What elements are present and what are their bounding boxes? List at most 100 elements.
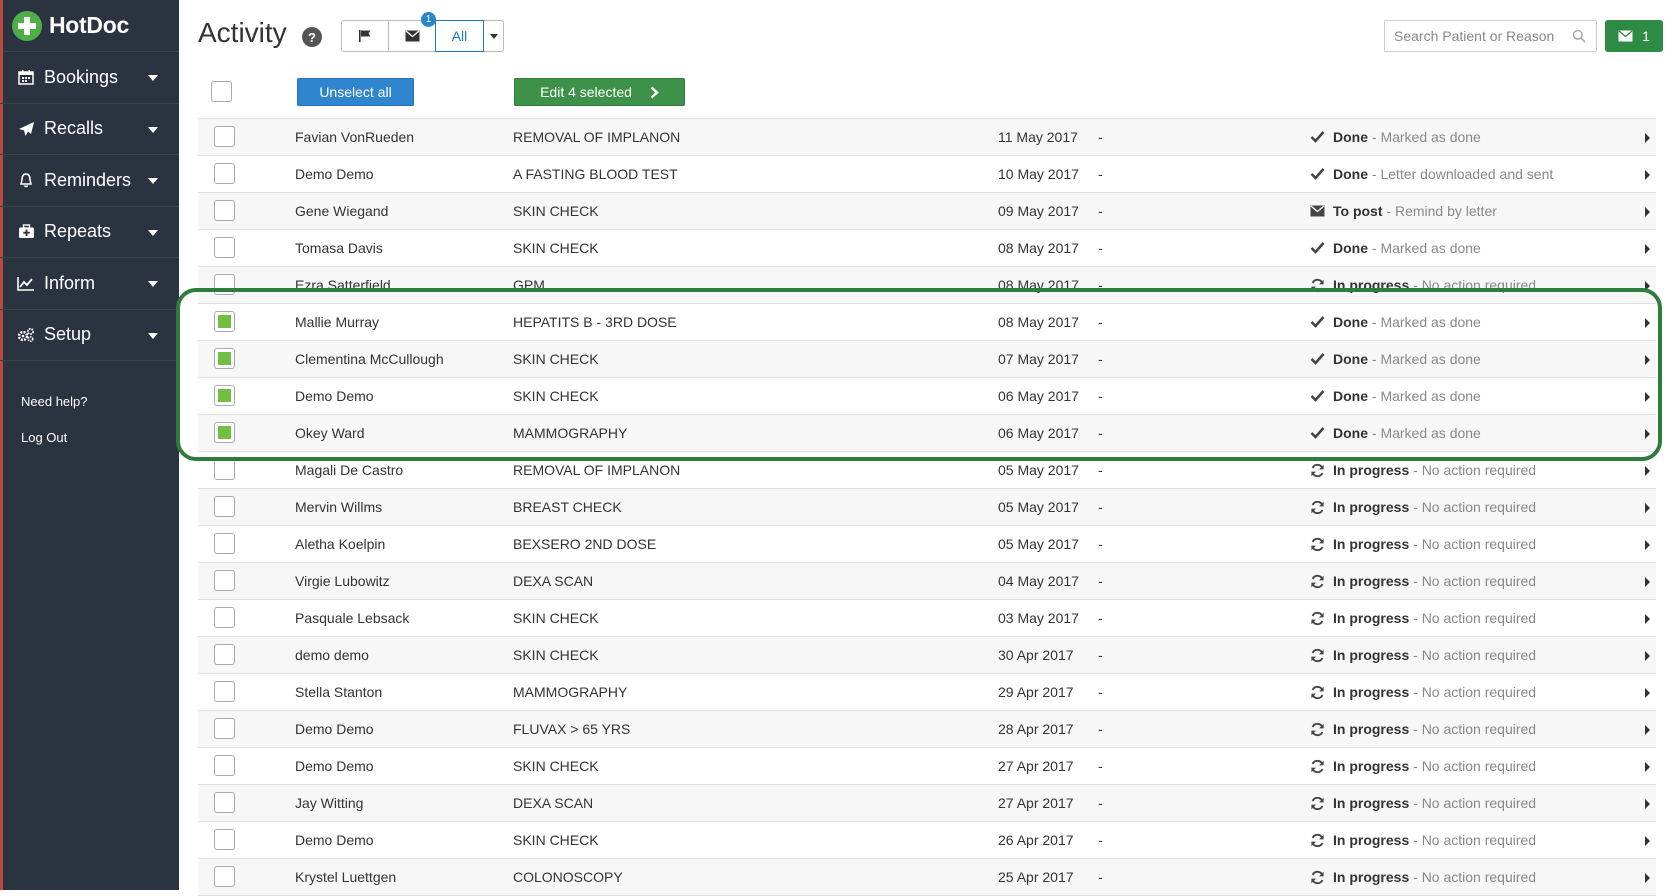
row-dash: - (1098, 721, 1103, 737)
caret-right-icon[interactable] (1645, 762, 1650, 772)
search-input[interactable] (1384, 20, 1597, 52)
caret-right-icon[interactable] (1645, 799, 1650, 809)
row-checkbox[interactable] (214, 644, 235, 665)
sidebar-link-log-out[interactable]: Log Out (0, 419, 179, 455)
table-row[interactable]: Krystel Luettgen COLONOSCOPY 25 Apr 2017 - I… (198, 859, 1656, 896)
table-row[interactable]: Aletha Koelpin BEXSERO 2ND DOSE 05 May 201… (198, 526, 1656, 563)
caret-right-icon[interactable] (1645, 466, 1650, 476)
chevron-right-icon (650, 86, 659, 98)
caret-right-icon[interactable] (1645, 281, 1650, 291)
row-checkbox[interactable] (214, 385, 235, 406)
table-row[interactable]: Mervin Willms BREAST CHECK 05 May 2017 - In … (198, 489, 1656, 526)
row-checkbox[interactable] (214, 200, 235, 221)
sidebar-item-setup[interactable]: Setup (0, 310, 179, 361)
caret-right-icon[interactable] (1645, 207, 1650, 217)
help-icon[interactable]: ? (302, 27, 322, 47)
recall-reason: COLONOSCOPY (513, 869, 623, 885)
table-row[interactable]: Jay Witting DEXA SCAN 27 Apr 2017 - In progr… (198, 785, 1656, 822)
caret-right-icon[interactable] (1645, 133, 1650, 143)
row-checkbox[interactable] (214, 866, 235, 887)
table-row[interactable]: Tomasa Davis SKIN CHECK 08 May 2017 - Done -… (198, 230, 1656, 267)
caret-right-icon[interactable] (1645, 429, 1650, 439)
table-row[interactable]: Demo Demo FLUVAX > 65 YRS 28 Apr 2017 - In p… (198, 711, 1656, 748)
table-row[interactable]: Favian VonRueden REMOVAL OF IMPLANON 11 Ma… (198, 119, 1656, 156)
row-checkbox[interactable] (214, 459, 235, 480)
row-checkbox[interactable] (214, 422, 235, 443)
row-checkbox[interactable] (214, 274, 235, 295)
table-row[interactable]: demo demo SKIN CHECK 30 Apr 2017 - In progre… (198, 637, 1656, 674)
sidebar-item-recalls[interactable]: Recalls (0, 104, 179, 155)
table-row[interactable]: Gene Wiegand SKIN CHECK 09 May 2017 - To pos… (198, 193, 1656, 230)
table-row[interactable]: Mallie Murray HEPATITS B - 3RD DOSE 08 May… (198, 304, 1656, 341)
row-checkbox[interactable] (214, 792, 235, 813)
unselect-all-button[interactable]: Unselect all (297, 78, 414, 106)
select-all-checkbox[interactable] (211, 81, 232, 102)
caret-right-icon[interactable] (1645, 577, 1650, 587)
caret-right-icon[interactable] (1645, 355, 1650, 365)
logo[interactable]: HotDoc (0, 0, 179, 52)
caret-right-icon[interactable] (1645, 651, 1650, 661)
row-dash: - (1098, 499, 1103, 515)
edit-selected-button[interactable]: Edit 4 selected (514, 78, 685, 106)
table-row[interactable]: Ezra Satterfield GPM 08 May 2017 - In progre… (198, 267, 1656, 304)
row-status: In progress - No action required (1333, 277, 1536, 293)
sidebar-item-reminders[interactable]: Reminders (0, 155, 179, 207)
caret-right-icon[interactable] (1645, 725, 1650, 735)
row-checkbox[interactable] (214, 755, 235, 776)
filter-all-button[interactable]: All (435, 20, 484, 52)
sidebar-item-inform[interactable]: Inform (0, 258, 179, 310)
table-row[interactable]: Demo Demo SKIN CHECK 26 Apr 2017 - In progre… (198, 822, 1656, 859)
caret-right-icon[interactable] (1645, 392, 1650, 402)
table-row[interactable]: Pasquale Lebsack SKIN CHECK 03 May 2017 - In… (198, 600, 1656, 637)
status-detail: - Marked as done (1368, 240, 1481, 256)
filter-dropdown-button[interactable] (483, 20, 504, 52)
row-checkbox[interactable] (214, 607, 235, 628)
table-row[interactable]: Demo Demo A FASTING BLOOD TEST 10 May 2017… (198, 156, 1656, 193)
sidebar-link-need-help[interactable]: Need help? (0, 383, 179, 419)
recall-date: 30 Apr 2017 (998, 647, 1074, 663)
caret-right-icon[interactable] (1645, 503, 1650, 513)
row-checkbox[interactable] (214, 237, 235, 258)
caret-right-icon[interactable] (1645, 873, 1650, 883)
caret-right-icon[interactable] (1645, 244, 1650, 254)
row-checkbox[interactable] (214, 829, 235, 850)
row-checkbox[interactable] (214, 681, 235, 702)
row-checkbox[interactable] (214, 311, 235, 332)
caret-right-icon[interactable] (1645, 836, 1650, 846)
patient-name: Favian VonRueden (295, 129, 415, 145)
row-checkbox[interactable] (214, 126, 235, 147)
check-icon (1310, 352, 1326, 368)
row-checkbox[interactable] (214, 570, 235, 591)
sidebar-item-repeats[interactable]: Repeats (0, 207, 179, 258)
caret-right-icon[interactable] (1645, 688, 1650, 698)
row-dash: - (1098, 832, 1103, 848)
filter-mail-button[interactable]: 1 (388, 12, 436, 52)
table-row[interactable]: Clementina McCullough SKIN CHECK 07 May 20… (198, 341, 1656, 378)
status-detail: - No action required (1409, 721, 1537, 737)
row-checkbox[interactable] (214, 348, 235, 369)
filter-flag-button[interactable] (341, 20, 389, 52)
table-row[interactable]: Demo Demo SKIN CHECK 27 Apr 2017 - In progre… (198, 748, 1656, 785)
patient-name: Ezra Satterfield (295, 277, 391, 293)
status-label: Done (1333, 388, 1368, 404)
caret-right-icon[interactable] (1645, 540, 1650, 550)
row-checkbox[interactable] (214, 718, 235, 739)
messages-button[interactable]: 1 (1605, 20, 1663, 52)
caret-right-icon[interactable] (1645, 614, 1650, 624)
row-checkbox[interactable] (214, 533, 235, 554)
table-row[interactable]: Virgie Lubowitz DEXA SCAN 04 May 2017 - In p… (198, 563, 1656, 600)
caret-right-icon[interactable] (1645, 318, 1650, 328)
status-detail: - No action required (1409, 869, 1537, 885)
table-row[interactable]: Demo Demo SKIN CHECK 06 May 2017 - Done - Ma… (198, 378, 1656, 415)
row-checkbox[interactable] (214, 163, 235, 184)
status-label: In progress (1333, 277, 1410, 293)
table-row[interactable]: Stella Stanton MAMMOGRAPHY 29 Apr 2017 - In … (198, 674, 1656, 711)
row-checkbox[interactable] (214, 496, 235, 517)
caret-right-icon[interactable] (1645, 170, 1650, 180)
sidebar-item-bookings[interactable]: Bookings (0, 52, 179, 104)
row-dash: - (1098, 351, 1103, 367)
status-label: In progress (1333, 647, 1410, 663)
status-label: In progress (1333, 573, 1410, 589)
table-row[interactable]: Okey Ward MAMMOGRAPHY 06 May 2017 - Done - M… (198, 415, 1656, 452)
table-row[interactable]: Magali De Castro REMOVAL OF IMPLANON 05 Ma… (198, 452, 1656, 489)
